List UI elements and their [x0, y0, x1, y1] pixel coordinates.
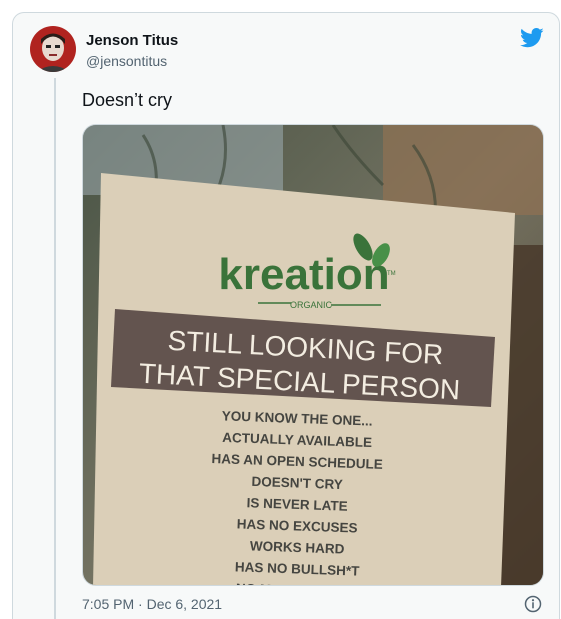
info-icon[interactable] — [524, 595, 542, 613]
tweet-text: Doesn’t cry — [82, 90, 173, 110]
thread-line — [54, 78, 56, 619]
tweet-photo[interactable]: kreation TM ORGANIC STILL LOOKING FOR TH… — [82, 124, 544, 586]
twitter-bird-icon[interactable] — [520, 28, 544, 48]
tweet-timestamp[interactable]: 7:05 PM · Dec 6, 2021 — [82, 596, 222, 612]
avatar[interactable] — [30, 26, 76, 72]
author-handle[interactable]: @jensontitus — [86, 53, 167, 69]
author-name[interactable]: Jenson Titus — [86, 32, 178, 49]
